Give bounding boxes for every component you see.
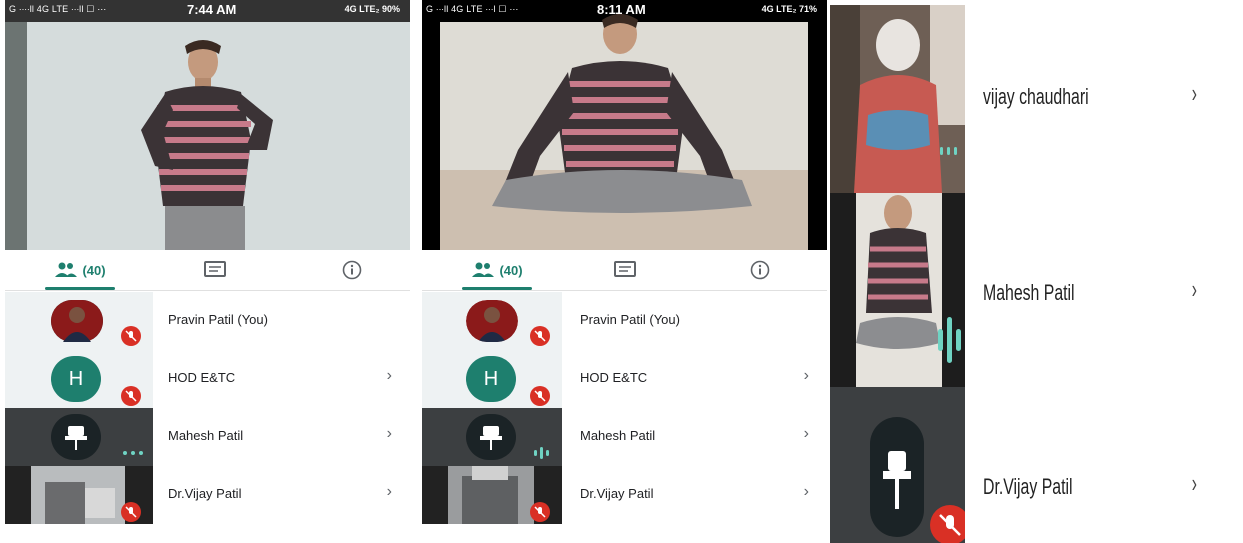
- chevron-right-icon[interactable]: ›: [804, 367, 809, 385]
- tab-info[interactable]: [735, 250, 785, 290]
- participant-thumb: H: [5, 350, 153, 408]
- mic-off-icon: [121, 386, 141, 406]
- participant-name: HOD E&TC: [168, 370, 236, 385]
- tab-chat[interactable]: [600, 250, 650, 290]
- status-battery: 4G LTE₂ 71%: [761, 4, 817, 14]
- chevron-right-icon[interactable]: ›: [804, 483, 809, 501]
- participant-row[interactable]: Mahesh Patil ›: [5, 408, 410, 466]
- participant-tile[interactable]: [830, 5, 965, 193]
- tab-participants[interactable]: (40): [452, 250, 542, 290]
- participants-list-zoomed: vijay chaudhari › Mahesh Patil › Dr.Vija…: [830, 0, 1243, 543]
- status-bar: G ∙∙∙ll 4G LTE ∙∙∙l ☐ ⋯ 8:11 AM 4G LTE₂ …: [422, 0, 827, 20]
- mic-off-icon: [121, 326, 141, 346]
- info-icon: [342, 260, 362, 280]
- phone-screen-2: G ∙∙∙ll 4G LTE ∙∙∙l ☐ ⋯ 8:11 AM 4G LTE₂ …: [422, 0, 827, 543]
- info-icon: [750, 260, 770, 280]
- status-time: 7:44 AM: [187, 2, 237, 17]
- people-icon: [472, 262, 495, 277]
- video-frame-person-seated: [422, 0, 827, 250]
- chat-icon: [614, 261, 636, 277]
- chevron-right-icon[interactable]: ›: [1192, 274, 1197, 305]
- participant-name: Mahesh Patil: [580, 428, 656, 443]
- audio-level-icon: [534, 447, 549, 459]
- chevron-right-icon[interactable]: ›: [387, 425, 392, 443]
- meeting-tabs: (40): [5, 250, 410, 291]
- chevron-right-icon[interactable]: ›: [1192, 78, 1197, 109]
- participant-thumb: [422, 292, 562, 350]
- profile-photo: [51, 300, 103, 342]
- profile-photo: [466, 300, 518, 342]
- mic-off-icon: [930, 505, 965, 543]
- chat-icon: [204, 261, 226, 277]
- participant-row[interactable]: Dr.Vijay Patil ›: [422, 466, 827, 524]
- avatar: [51, 300, 103, 342]
- status-carrier: G ∙∙∙ll 4G LTE ∙∙∙l ☐ ⋯: [426, 4, 519, 14]
- tab-participants[interactable]: (40): [35, 250, 125, 290]
- participants-count: (40): [82, 262, 106, 278]
- participant-name: vijay chaudhari: [983, 84, 1089, 109]
- chevron-right-icon[interactable]: ›: [804, 425, 809, 443]
- participant-tile[interactable]: [830, 387, 965, 543]
- participant-thumb: [422, 466, 562, 524]
- chevron-right-icon[interactable]: ›: [1192, 468, 1197, 499]
- participant-thumb: [5, 408, 153, 466]
- participant-name: Dr.Vijay Patil: [168, 486, 242, 501]
- participant-row[interactable]: Pravin Patil (You): [5, 292, 410, 350]
- meeting-tabs: (40): [422, 250, 827, 291]
- participant-thumb: H: [422, 350, 562, 408]
- participant-row[interactable]: H HOD E&TC ›: [422, 350, 827, 408]
- phone-screen-1: G ∙∙∙∙ll 4G LTE ∙∙∙ll ☐ ⋯ 7:44 AM 4G LTE…: [5, 0, 410, 543]
- mic-off-icon: [530, 386, 550, 406]
- participant-tile[interactable]: [830, 193, 965, 387]
- participant-name: Dr.Vijay Patil: [983, 474, 1073, 499]
- participant-name: Pravin Patil (You): [168, 312, 268, 327]
- avatar: [870, 417, 924, 537]
- mic-off-icon: [530, 502, 550, 522]
- status-carrier: G ∙∙∙∙ll 4G LTE ∙∙∙ll ☐ ⋯: [9, 4, 107, 14]
- participant-thumb: [422, 408, 562, 466]
- participant-row[interactable]: Pravin Patil (You): [422, 292, 827, 350]
- pin-icon: [65, 426, 87, 450]
- participant-name: Mahesh Patil: [168, 428, 244, 443]
- audio-level-icon: [123, 451, 143, 455]
- participant-row[interactable]: Mahesh Patil ›: [422, 408, 827, 466]
- participant-video-thumb: [830, 5, 965, 193]
- participant-row[interactable]: H HOD E&TC ›: [5, 350, 410, 408]
- chevron-right-icon[interactable]: ›: [387, 483, 392, 501]
- participant-name: Pravin Patil (You): [580, 312, 680, 327]
- status-time: 8:11 AM: [597, 2, 646, 17]
- participant-thumb: [5, 466, 153, 524]
- pin-icon: [480, 426, 502, 450]
- pin-icon: [883, 451, 911, 509]
- tab-chat[interactable]: [190, 250, 240, 290]
- avatar: [51, 414, 101, 460]
- video-frame-person-standing: [5, 0, 410, 250]
- audio-level-icon: [940, 147, 957, 155]
- avatar-letter: H: [51, 356, 101, 402]
- people-icon: [55, 262, 78, 277]
- status-battery: 4G LTE₂ 90%: [344, 4, 400, 14]
- status-bar: G ∙∙∙∙ll 4G LTE ∙∙∙ll ☐ ⋯ 7:44 AM 4G LTE…: [5, 0, 410, 20]
- avatar: [466, 300, 518, 342]
- participants-count: (40): [499, 262, 523, 278]
- mic-off-icon: [530, 326, 550, 346]
- participant-row[interactable]: Dr.Vijay Patil ›: [5, 466, 410, 524]
- chevron-right-icon[interactable]: ›: [387, 367, 392, 385]
- tab-info[interactable]: [327, 250, 377, 290]
- avatar-letter: H: [466, 356, 516, 402]
- participant-thumb: [5, 292, 153, 350]
- participant-name: HOD E&TC: [580, 370, 648, 385]
- main-video-feed[interactable]: G ∙∙∙ll 4G LTE ∙∙∙l ☐ ⋯ 8:11 AM 4G LTE₂ …: [422, 0, 827, 250]
- avatar: [466, 414, 516, 460]
- participant-name: Dr.Vijay Patil: [580, 486, 654, 501]
- active-tab-indicator: [45, 287, 115, 290]
- active-tab-indicator: [462, 287, 532, 290]
- audio-level-icon: [938, 317, 961, 363]
- main-video-feed[interactable]: G ∙∙∙∙ll 4G LTE ∙∙∙ll ☐ ⋯ 7:44 AM 4G LTE…: [5, 0, 410, 250]
- participant-name: Mahesh Patil: [983, 280, 1075, 305]
- mic-off-icon: [121, 502, 141, 522]
